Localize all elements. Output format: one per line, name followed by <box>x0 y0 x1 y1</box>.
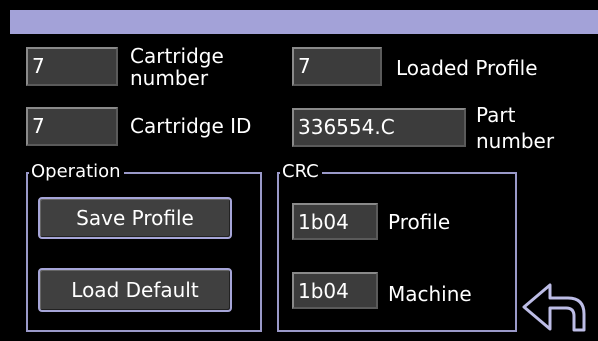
part-number-field[interactable]: 336554.C <box>292 108 466 147</box>
crc-group-title: CRC <box>280 162 322 182</box>
operation-group-title: Operation <box>29 162 124 182</box>
crc-profile-field[interactable]: 1b04 <box>292 203 378 240</box>
title-bar <box>10 10 598 34</box>
load-default-button[interactable]: Load Default <box>38 268 232 312</box>
cartridge-id-field[interactable]: 7 <box>26 107 118 146</box>
cartridge-id-label: Cartridge ID <box>130 114 252 138</box>
loaded-profile-field[interactable]: 7 <box>292 47 382 86</box>
crc-machine-label: Machine <box>388 282 472 306</box>
save-profile-button[interactable]: Save Profile <box>38 197 232 239</box>
loaded-profile-label: Loaded Profile <box>396 56 538 80</box>
crc-profile-label: Profile <box>388 210 451 234</box>
cartridge-number-label: Cartridge number <box>130 44 224 90</box>
part-number-label: Part number <box>476 103 555 153</box>
cartridge-number-field[interactable]: 7 <box>26 47 118 86</box>
back-arrow-icon-svg <box>522 283 586 332</box>
back-arrow-icon[interactable] <box>522 280 588 335</box>
crc-machine-field[interactable]: 1b04 <box>292 272 378 309</box>
